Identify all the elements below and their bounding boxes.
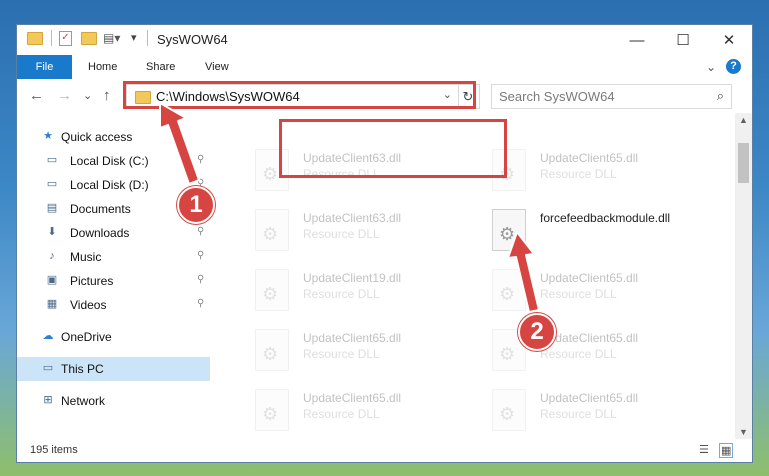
arrow-1 bbox=[159, 102, 200, 185]
callout-arrows bbox=[159, 102, 540, 313]
step-1-badge: 1 bbox=[177, 186, 215, 224]
arrow-2 bbox=[507, 231, 540, 313]
step-2-badge: 2 bbox=[518, 313, 556, 351]
